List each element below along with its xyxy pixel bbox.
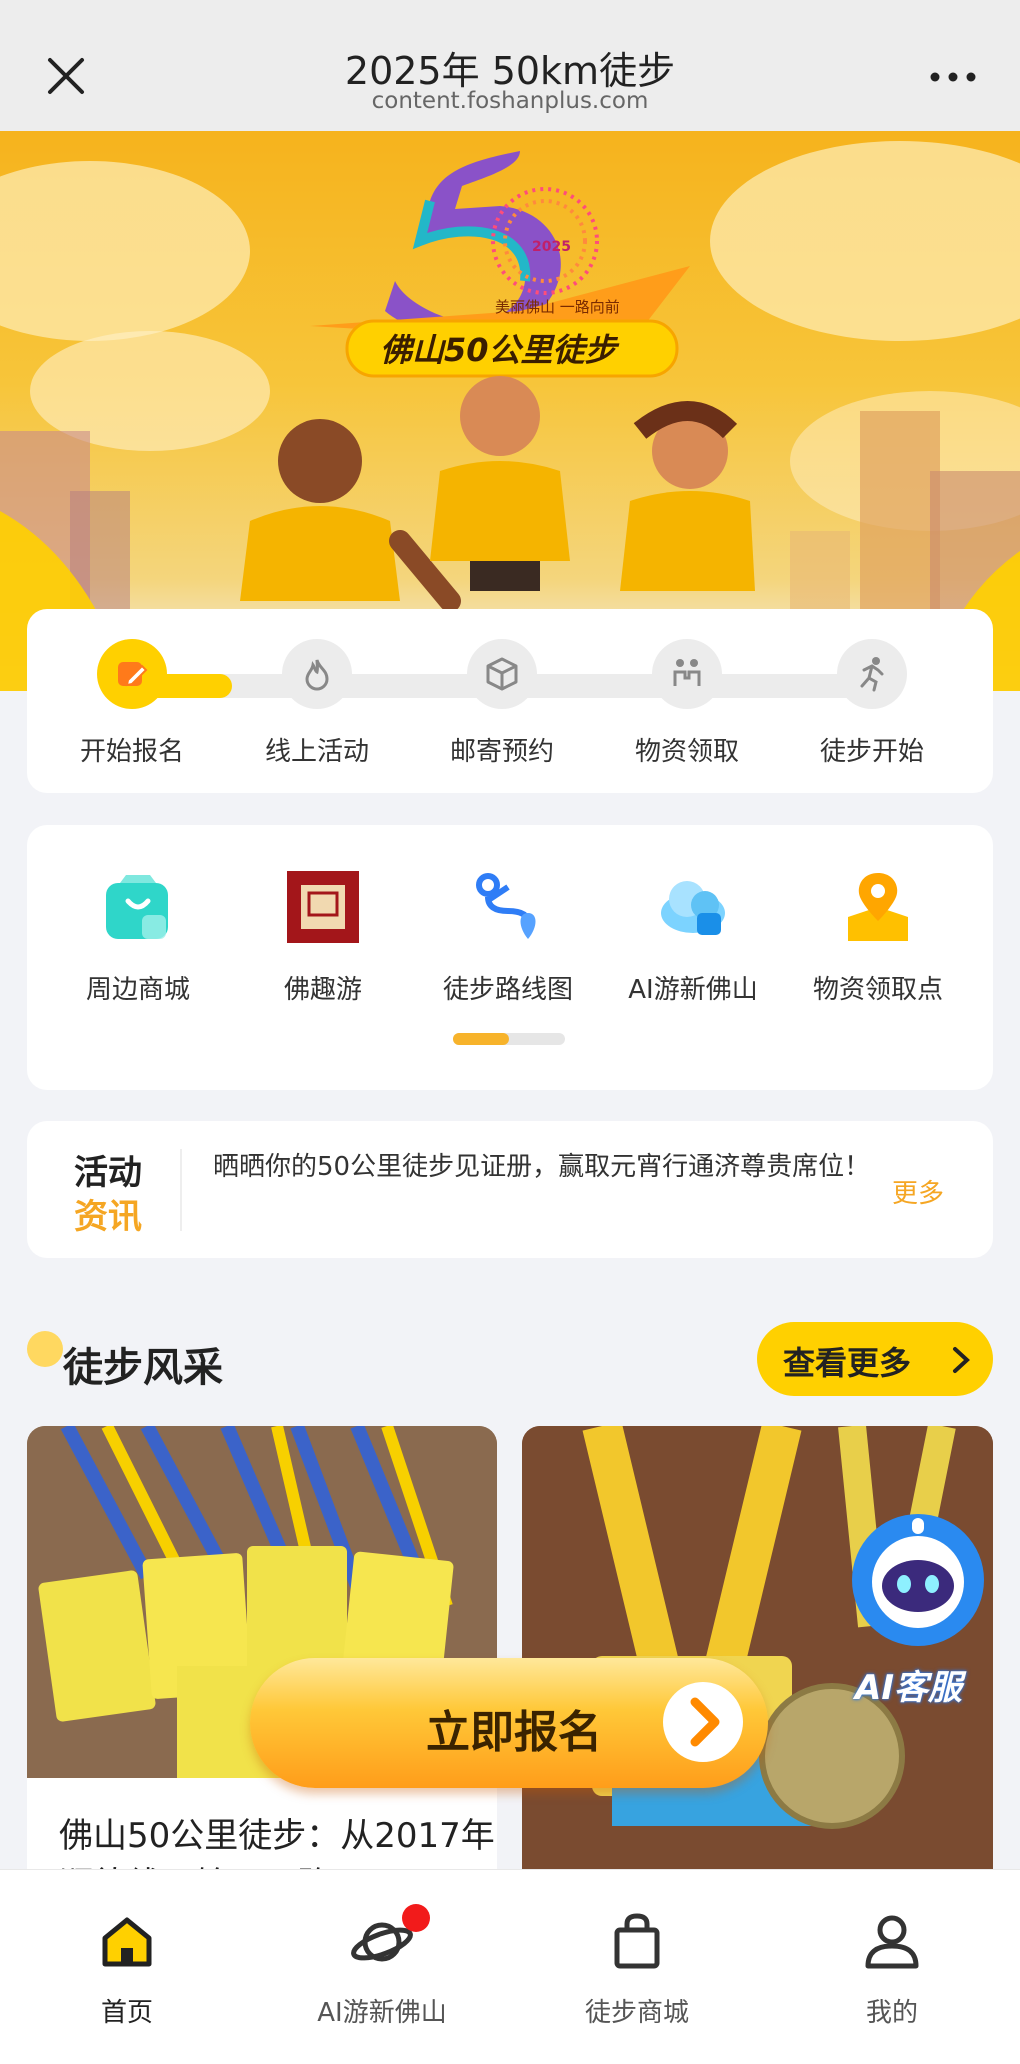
- shortcut-card: 周边商城 佛趣游 徒步路线图 AI游新佛山 物资领取点: [27, 825, 993, 1090]
- step-start-registration[interactable]: 开始报名: [57, 639, 207, 768]
- shortcut-fo-qu-you[interactable]: 佛趣游: [233, 867, 413, 1006]
- registration-progress-card: 开始报名 线上活动 邮寄预约 物资领取 徒步开始: [27, 609, 993, 793]
- flame-icon: [282, 639, 352, 709]
- people-icon: [652, 639, 722, 709]
- fo-qu-you-logo-icon: [287, 871, 359, 943]
- banner-event-name: 佛山50公里徒步: [380, 331, 620, 369]
- step-walk-start[interactable]: 徒步开始: [797, 639, 947, 768]
- hero-illustration: 2025 美丽佛山 一路向前 佛山50公里徒步: [0, 141, 1020, 691]
- home-icon: [102, 1917, 152, 1967]
- ai-service-robot-icon[interactable]: [848, 1510, 988, 1650]
- nav-label: 首页: [100, 1998, 153, 2028]
- hero-banner: 2025 美丽佛山 一路向前 佛山50公里徒步: [0, 131, 1020, 691]
- notification-badge: [402, 1904, 430, 1932]
- nav-label: 徒步商城: [584, 1998, 689, 2028]
- nav-label: AI游新佛山: [317, 1998, 447, 2028]
- edit-icon: [97, 639, 167, 709]
- chevron-right-icon: [953, 1347, 970, 1373]
- news-card[interactable]: 活动 资讯 晒晒你的50公里徒步见证册，赢取元宵行通济尊贵席位！ 更多: [27, 1121, 993, 1258]
- nav-ai-tour[interactable]: AI游新佛山: [272, 1904, 492, 2029]
- news-tag-line1: 活动: [74, 1153, 142, 1193]
- title-bar: 2025年 50km徒步 content.foshanplus.com: [0, 0, 1020, 131]
- step-label: 开始报名: [79, 737, 184, 767]
- route-map-icon: [476, 873, 536, 939]
- news-tag-line2: 资讯: [74, 1197, 142, 1237]
- shopping-bag-icon: [106, 875, 168, 939]
- shortcut-label: 徒步路线图: [442, 975, 573, 1005]
- walker-icon: [837, 639, 907, 709]
- step-label: 物资领取: [634, 737, 739, 767]
- banner-slogan: 美丽佛山 一路向前: [495, 298, 620, 316]
- shortcut-ai-tour[interactable]: AI游新佛山: [603, 867, 783, 1006]
- register-now-label: 立即报名: [426, 1707, 602, 1758]
- step-online-activity[interactable]: 线上活动: [242, 639, 392, 768]
- page-title: 2025年 50km徒步: [344, 49, 676, 93]
- news-more-link[interactable]: 更多: [892, 1173, 944, 1210]
- location-pin-icon: [848, 873, 908, 941]
- view-more-button[interactable]: 查看更多: [757, 1322, 993, 1396]
- register-now-button[interactable]: 立即报名: [250, 1658, 768, 1788]
- ai-cloud-icon: [661, 881, 725, 935]
- ai-service-label[interactable]: AI客服: [855, 1660, 962, 1709]
- page-indicator: [453, 1033, 565, 1045]
- user-icon: [865, 1915, 919, 1969]
- arrow-right-icon: [663, 1682, 743, 1762]
- step-mail-booking[interactable]: 邮寄预约: [427, 639, 577, 768]
- banner-year: 2025: [532, 239, 571, 255]
- shortcut-label: AI游新佛山: [628, 975, 758, 1005]
- shortcut-label: 物资领取点: [812, 975, 943, 1005]
- nav-home[interactable]: 首页: [17, 1910, 237, 2029]
- news-headline[interactable]: 晒晒你的50公里徒步见证册，赢取元宵行通济尊贵席位！: [213, 1147, 893, 1187]
- step-supplies-pickup[interactable]: 物资领取: [612, 639, 762, 768]
- bottom-navigation: 首页 AI游新佛山 徒步商城 我的: [0, 1869, 1020, 2064]
- shortcut-nearby-mall[interactable]: 周边商城: [48, 867, 228, 1006]
- divider: [180, 1149, 182, 1231]
- shortcut-supply-point[interactable]: 物资领取点: [788, 867, 968, 1006]
- step-label: 邮寄预约: [449, 737, 554, 767]
- more-options-icon[interactable]: [930, 72, 976, 82]
- step-label: 徒步开始: [819, 737, 924, 767]
- shopping-bag-icon: [614, 1913, 660, 1969]
- shortcut-label: 佛趣游: [283, 975, 362, 1005]
- package-icon: [467, 639, 537, 709]
- nav-mine[interactable]: 我的: [782, 1910, 1002, 2029]
- view-more-label: 查看更多: [783, 1344, 912, 1382]
- page-url: content.foshanplus.com: [371, 88, 649, 114]
- nav-label: 我的: [865, 1998, 918, 2028]
- nav-walking-mall[interactable]: 徒步商城: [527, 1910, 747, 2029]
- shortcut-label: 周边商城: [85, 975, 190, 1005]
- step-label: 线上活动: [264, 737, 369, 767]
- section-title: 徒步风采: [63, 1345, 223, 1391]
- shortcut-route-map[interactable]: 徒步路线图: [418, 867, 598, 1006]
- section-decoration: [27, 1331, 63, 1367]
